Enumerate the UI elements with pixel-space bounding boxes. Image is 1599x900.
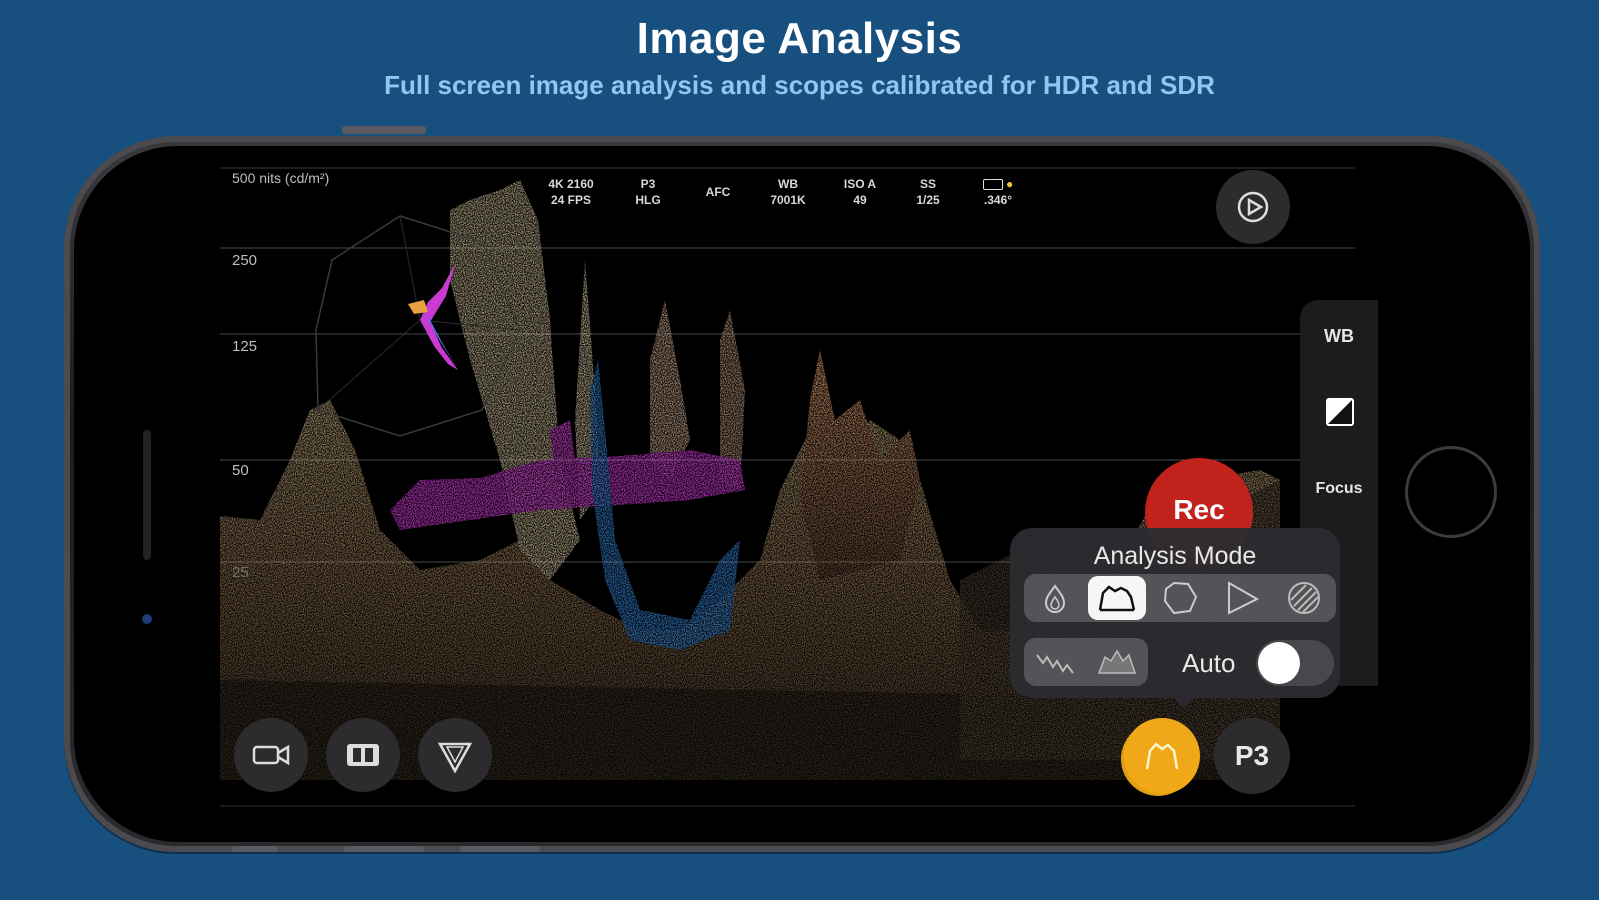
sun-icon: ● xyxy=(1006,177,1014,191)
trace-filled-icon[interactable] xyxy=(1086,638,1148,686)
status-resolution[interactable]: 4K 2160 24 FPS xyxy=(536,176,606,208)
status-white-balance[interactable]: WB 7001K xyxy=(746,176,830,208)
toggle-knob xyxy=(1258,642,1300,684)
video-mode-button[interactable] xyxy=(234,718,308,792)
waveform-icon[interactable] xyxy=(1088,576,1147,620)
lut-button[interactable] xyxy=(418,718,492,792)
phone-volume-button xyxy=(232,846,278,852)
phone-side-button xyxy=(342,126,426,134)
analysis-mode-popup: Analysis Mode Auto xyxy=(1010,528,1340,698)
play-settings-icon xyxy=(1237,191,1269,223)
battery-icon xyxy=(982,179,1003,191)
status-iso[interactable]: ISO A 49 xyxy=(830,176,890,208)
status-focus-mode[interactable]: AFC xyxy=(690,176,746,208)
status-shutter[interactable]: SS 1/25 xyxy=(890,176,966,208)
vectorscope-icon[interactable] xyxy=(1148,576,1210,620)
scope-level-label: 25 xyxy=(232,564,249,581)
camera-screen: 500 nits (cd/m²) 250 125 50 25 4K 2160 24… xyxy=(220,160,1380,822)
gallery-button[interactable] xyxy=(326,718,400,792)
analysis-mode-selector xyxy=(1024,574,1336,622)
scope-style-selector xyxy=(1024,638,1148,686)
status-bar: 4K 2160 24 FPS P3 HLG AFC WB 7001K ISO A 49 … xyxy=(536,176,1030,208)
popup-title: Analysis Mode xyxy=(1093,542,1257,570)
phone-home-button[interactable] xyxy=(1405,446,1497,538)
scope-level-label: 125 xyxy=(232,338,258,355)
scope-level-label: 50 xyxy=(232,462,249,479)
zebra-icon[interactable] xyxy=(1273,576,1335,620)
auto-label: Auto xyxy=(1182,648,1236,678)
auto-toggle[interactable] xyxy=(1256,640,1334,686)
film-strip-icon xyxy=(347,744,379,766)
phone-volume-button xyxy=(344,846,424,852)
wb-button[interactable]: WB xyxy=(1300,326,1378,347)
page-subtitle: Full screen image analysis and scopes ca… xyxy=(384,70,1215,100)
phone-camera xyxy=(142,614,152,624)
phone-volume-button xyxy=(460,846,540,852)
gamut-icon[interactable] xyxy=(1211,576,1273,620)
phone-speaker xyxy=(143,430,151,560)
status-colorspace[interactable]: P3 HLG xyxy=(606,176,690,208)
video-camera-icon xyxy=(252,744,290,766)
waveform-icon xyxy=(1145,742,1179,770)
popup-caret xyxy=(1172,696,1196,708)
page-title: Image Analysis xyxy=(636,14,963,63)
color-space-button[interactable]: P3 xyxy=(1214,718,1290,794)
trace-line-icon[interactable] xyxy=(1024,638,1086,686)
status-battery: ● .346° xyxy=(982,177,1014,207)
analysis-mode-button[interactable] xyxy=(1124,718,1200,794)
exposure-icon[interactable] xyxy=(1326,398,1354,426)
scope-level-label: 250 xyxy=(232,252,258,269)
focus-button[interactable]: Focus xyxy=(1300,480,1378,498)
triangle-filter-icon xyxy=(437,742,473,774)
false-color-icon[interactable] xyxy=(1024,576,1086,620)
scope-top-label: 500 nits (cd/m²) xyxy=(232,170,330,186)
settings-button[interactable] xyxy=(1216,170,1290,244)
